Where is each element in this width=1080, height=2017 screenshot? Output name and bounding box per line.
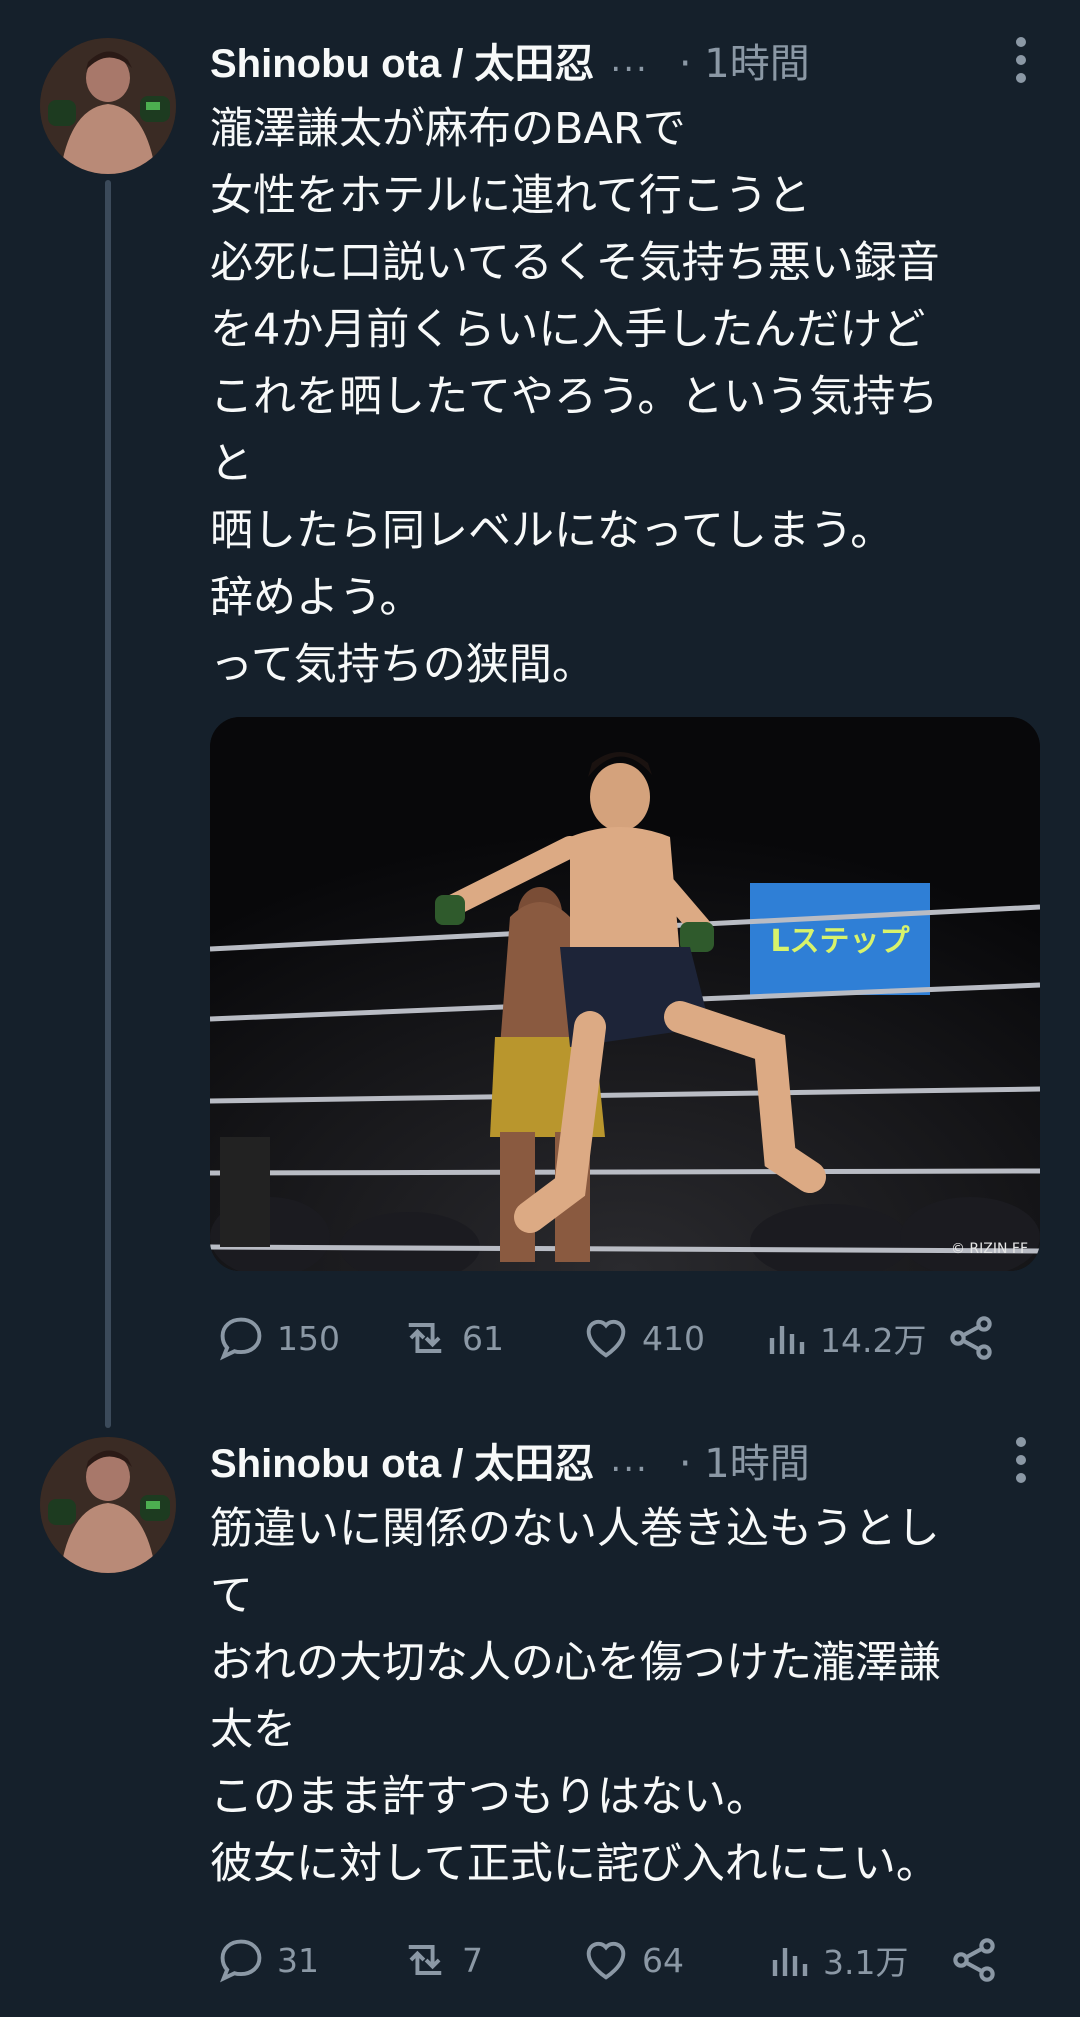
share-button[interactable] (945, 1308, 997, 1368)
avatar[interactable] (40, 38, 176, 174)
reply-count: 31 (277, 1940, 319, 1980)
text-line: おれの大切な人の心を傷つけた瀧澤謙 (210, 1638, 941, 1688)
text-line: 太を (210, 1705, 296, 1755)
text-line: って気持ちの狭間。 (210, 640, 595, 690)
text-line: て (210, 1571, 253, 1621)
views-button[interactable]: 3.1万 (765, 1930, 908, 1990)
view-count: 3.1万 (823, 1943, 909, 1982)
more-options-icon[interactable] (1014, 1437, 1028, 1483)
reply-button[interactable]: 150 (215, 1308, 340, 1368)
more-options-icon[interactable] (1014, 37, 1028, 83)
action-bar: 150 61 410 14.2万 (210, 1308, 1010, 1368)
share-icon (950, 1316, 992, 1360)
text-line: と (210, 439, 253, 489)
text-line: このまま許すつもりはない。 (210, 1772, 769, 1822)
text-line: を4か月前くらいに入手したんだけど (210, 305, 926, 355)
retweet-icon (408, 1945, 442, 1975)
text-line: 彼女に対して正式に詫び入れにこい。 (210, 1839, 939, 1889)
share-button[interactable] (948, 1930, 1000, 1990)
author-name[interactable]: Shinobu ota / 太田忍 (210, 31, 594, 89)
views-chart-icon (772, 1948, 808, 1976)
photo-watermark: © RIZIN FF (951, 1241, 1028, 1257)
like-count: 410 (642, 1318, 705, 1358)
ellipsis: ... (610, 40, 649, 80)
tweet-header: Shinobu ota / 太田忍 ... · 1時間 (210, 1430, 1060, 1490)
banner-text: Lステップ (770, 924, 910, 959)
heart-icon (586, 1319, 626, 1358)
avatar-image (40, 1437, 176, 1573)
fight-photo: Lステップ © RIZIN FF (210, 717, 1040, 1271)
text-line: 辞めよう。 (210, 573, 423, 623)
tweet-text: 瀧澤謙太が麻布のBARで 女性をホテルに連れて行こうと 必死に口説いてるくそ気持… (210, 96, 1060, 699)
tweet-text: 筋違いに関係のない人巻き込もうとし て おれの大切な人の心を傷つけた瀧澤謙 太を… (210, 1496, 1060, 1898)
text-line: 瀧澤謙太が麻布のBARで (210, 104, 686, 154)
text-line: 女性をホテルに連れて行こうと (210, 171, 811, 221)
heart-icon (586, 1941, 626, 1980)
text-line: これを晒したてやろう。という気持ち (210, 372, 939, 422)
reply-icon (219, 1317, 262, 1361)
text-line: 晒したら同レベルになってしまう。 (210, 506, 894, 556)
view-count: 14.2万 (820, 1321, 927, 1360)
thread-line (105, 180, 111, 1428)
retweet-button[interactable]: 7 (398, 1930, 483, 1990)
ellipsis: ... (610, 1440, 649, 1480)
retweet-count: 61 (462, 1318, 504, 1358)
timestamp[interactable]: · 1時間 (679, 1431, 810, 1489)
avatar-image (40, 38, 176, 174)
author-name[interactable]: Shinobu ota / 太田忍 (210, 1431, 594, 1489)
timestamp[interactable]: · 1時間 (679, 31, 810, 89)
views-button[interactable]: 14.2万 (762, 1308, 926, 1368)
text-line: 必死に口説いてるくそ気持ち悪い録音 (210, 238, 940, 288)
views-chart-icon (769, 1326, 805, 1354)
text-line: 筋違いに関係のない人巻き込もうとし (210, 1504, 940, 1554)
reply-icon (219, 1939, 262, 1983)
tweet-header: Shinobu ota / 太田忍 ... · 1時間 (210, 30, 1060, 90)
like-button[interactable]: 64 (580, 1930, 684, 1990)
retweet-icon (408, 1323, 442, 1353)
retweet-count: 7 (462, 1940, 483, 1980)
reply-button[interactable]: 31 (215, 1930, 319, 1990)
avatar[interactable] (40, 1437, 176, 1573)
retweet-button[interactable]: 61 (398, 1308, 504, 1368)
tweet-photo[interactable]: Lステップ © RIZIN FF (210, 717, 1040, 1271)
reply-count: 150 (277, 1318, 340, 1358)
share-icon (953, 1938, 995, 1982)
like-button[interactable]: 410 (580, 1308, 705, 1368)
like-count: 64 (642, 1940, 684, 1980)
action-bar: 31 7 64 3.1万 (210, 1930, 1010, 1990)
